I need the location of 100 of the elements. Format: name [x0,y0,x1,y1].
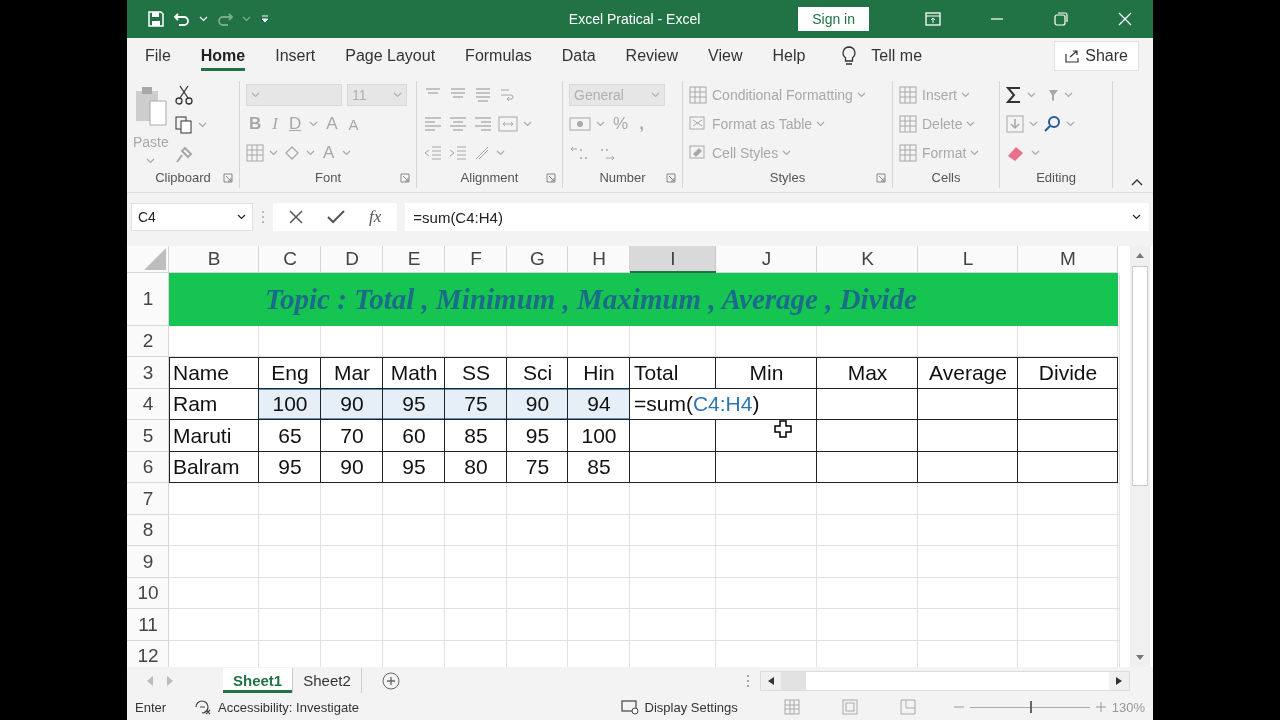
name-box[interactable]: C4 [131,203,253,232]
table-cell: 90 [507,388,568,421]
column-header[interactable]: I [630,245,716,273]
undo-icon[interactable] [173,10,191,27]
splitter-icon[interactable] [746,673,750,688]
column-header[interactable]: K [817,245,918,273]
table-cell: Sci [507,357,568,389]
table-cell: 75 [445,388,507,421]
column-header[interactable]: G [507,245,568,273]
ribbon-tab[interactable]: Home [200,41,246,72]
tell-me-search[interactable]: Tell me [871,47,923,66]
scroll-left-button[interactable] [761,671,781,690]
empty-cell [568,514,630,547]
insert-cells-icon [899,86,917,105]
formula-input[interactable]: =sum(C4:H4) [413,208,503,226]
empty-cell [507,514,568,547]
display-settings-icon [620,699,639,716]
window-title: Excel Pratical - Excel [567,10,702,27]
cancel-icon[interactable] [289,210,303,225]
sheet-tab[interactable]: Sheet1 [223,668,294,694]
table-cell: Balram [169,451,259,484]
column-header[interactable]: J [716,245,817,273]
table-cell: 75 [507,451,568,484]
column-header[interactable]: C [259,245,321,273]
page-break-icon[interactable] [899,699,916,716]
table-cell: Name [169,357,259,389]
row-header[interactable]: 8 [127,514,169,547]
restore-icon[interactable] [1054,11,1068,26]
empty-cell [259,609,321,641]
delete-cells-icon [899,115,917,134]
empty-cell [568,546,630,578]
row-header[interactable]: 9 [127,546,169,578]
sheet-tab[interactable]: Sheet2 [293,668,362,694]
ribbon-display-icon[interactable] [925,11,941,26]
row-header[interactable]: 12 [127,640,169,668]
table-cell: 100 [568,420,630,452]
enter-icon[interactable] [327,210,345,225]
lightbulb-icon[interactable] [841,45,858,68]
empty-cell [507,325,568,358]
column-header[interactable]: B [169,245,259,273]
table-cell: 95 [259,451,321,484]
row-header[interactable]: 6 [127,451,169,484]
row-header[interactable]: 5 [127,420,169,452]
column-header[interactable]: M [1018,245,1118,273]
ribbon-tab[interactable]: Data [561,41,596,72]
ribbon-tab[interactable]: View [708,41,743,72]
row-header[interactable]: 4 [127,388,169,421]
zoom-slider[interactable] [969,701,1090,714]
active-cell[interactable]: =sum(C4:H4) [630,388,817,421]
insert-function-button[interactable]: fx [369,207,382,228]
empty-cell [259,577,321,610]
empty-cell [568,483,630,515]
row-header[interactable]: 11 [127,609,169,641]
ribbon-tab[interactable]: Formulas [465,41,532,72]
empty-cell [383,325,445,358]
normal-view-icon[interactable] [783,699,800,716]
zoom-in-icon[interactable] [1095,702,1106,713]
row-header[interactable]: 7 [127,483,169,515]
zoom-thumb[interactable] [1029,701,1032,714]
column-header[interactable]: E [383,245,445,273]
horizontal-scrollbar[interactable] [760,670,1130,691]
caret-icon[interactable] [237,214,246,221]
select-all-icon[interactable] [144,247,166,270]
ribbon-tab[interactable]: Review [625,41,679,72]
ribbon-tab[interactable]: Help [772,41,806,72]
empty-cell [383,483,445,515]
scroll-right-button[interactable] [1109,671,1129,690]
row-header[interactable]: 1 [127,272,169,326]
previous-sheet-icon[interactable] [147,675,153,686]
empty-cell [321,577,383,610]
column-header[interactable]: F [445,245,507,273]
customize-icon[interactable] [259,13,271,24]
add-sheet-icon[interactable] [381,671,400,690]
scrollbar-thumb[interactable] [1132,265,1148,486]
row-header[interactable]: 3 [127,357,169,389]
conditional-formatting-icon [689,86,707,105]
share-icon [1065,49,1080,64]
table-cell: Eng [259,357,321,389]
table-cell: SS [445,357,507,389]
save-icon[interactable] [147,9,165,28]
ribbon-tab[interactable]: File [145,41,171,72]
row-header[interactable]: 10 [127,577,169,610]
column-header[interactable]: H [568,245,630,273]
empty-cell [321,514,383,547]
group-label: Font [315,170,341,186]
page-layout-icon[interactable] [841,699,858,716]
ribbon-tab[interactable]: Insert [275,41,316,72]
table-cell: 85 [568,451,630,484]
row-header[interactable]: 2 [127,325,169,358]
column-header[interactable]: D [321,245,383,273]
share-button[interactable]: Share [1054,41,1139,72]
next-sheet-icon[interactable] [167,675,173,686]
sign-in-button[interactable]: Sign in [798,6,869,31]
ribbon-tab[interactable]: Page Layout [345,41,436,72]
column-header[interactable]: L [918,245,1018,273]
display-settings-button[interactable]: Display Settings [644,699,738,715]
caret-icon[interactable] [1132,214,1141,221]
scrollbar-thumb[interactable] [781,671,806,690]
close-icon[interactable] [1118,11,1132,26]
accessibility-status[interactable]: Accessibility: Investigate [218,699,359,715]
